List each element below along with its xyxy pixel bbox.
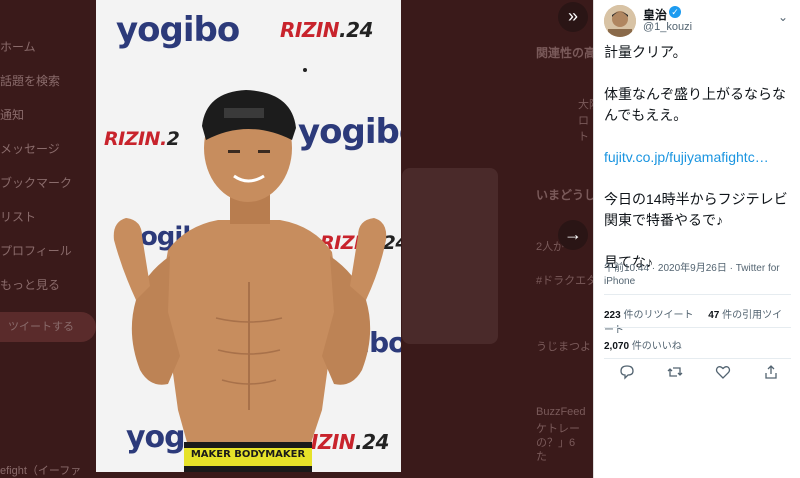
share-icon — [765, 365, 777, 379]
engagement-row: 223 件のリツイート 47 件の引用ツイート — [604, 306, 791, 336]
retweet-button[interactable] — [664, 364, 686, 386]
next-image-button[interactable]: → — [558, 220, 588, 250]
share-button[interactable] — [760, 364, 782, 386]
bg-nav-home: ホーム — [0, 40, 36, 54]
tweet-line: 今日の14時半からフジテレビ 関東で特番やるで♪ — [604, 191, 800, 228]
bg-nav-explore: 話題を検索 — [0, 74, 61, 88]
bg-line: ロ — [578, 115, 589, 127]
avatar-image — [604, 5, 636, 37]
bg-line: うじまつよ — [536, 341, 591, 353]
bg-line: #ドラクエタ — [536, 275, 598, 287]
likes-label: 件のいいね — [631, 341, 682, 352]
avatar[interactable] — [604, 5, 636, 37]
collapse-panel-button[interactable]: » — [558, 2, 588, 32]
bg-trending-label: いまどうし — [536, 188, 597, 202]
tweet-line: 体重なんぞ盛り上がるならなんでもええ。 — [604, 86, 786, 123]
user-handle[interactable]: @1_kouzi — [643, 21, 692, 33]
bg-tweet-button: ツイートする — [0, 312, 96, 342]
tweet-text: 計量クリア。 体重なんぞ盛り上がるならなんでもええ。 fujitv.co.jp/… — [604, 42, 800, 273]
double-chevron-right-icon: » — [567, 6, 578, 26]
heart-icon — [715, 366, 731, 379]
bg-nav-messages: メッセージ — [0, 142, 60, 156]
reply-button[interactable] — [616, 364, 638, 386]
bg-nav-profile: プロフィール — [0, 244, 72, 258]
background-sidebar: ホーム 話題を検索 通知 メッセージ ブックマーク リスト プロフィール もっと… — [0, 30, 100, 302]
bg-footer-text: efight（イーファ — [0, 465, 82, 477]
retweet-icon — [667, 367, 683, 377]
likes-count: 2,070 — [604, 341, 630, 352]
tweet-line: 計量クリア。 — [604, 44, 687, 60]
bg-nav-bookmarks: ブックマーク — [0, 176, 73, 190]
more-options-icon[interactable]: ⌄ — [778, 10, 788, 24]
divider — [604, 358, 791, 359]
divider — [604, 327, 791, 328]
bg-related-label: 関連性の高 — [536, 46, 597, 60]
arrow-right-icon: → — [564, 224, 582, 244]
bg-line: ト — [578, 131, 589, 143]
like-button[interactable] — [712, 364, 734, 386]
bg-nav-lists: リスト — [0, 210, 37, 224]
verified-badge-icon: ✓ — [669, 6, 681, 18]
retweets-stat[interactable]: 223 件のリツイート — [604, 310, 693, 321]
tweet-photo[interactable]: yogibo RIZIN.24 RIZIN.2 yogibo yogibo RI… — [96, 0, 401, 472]
reply-icon — [620, 365, 634, 380]
retweets-label: 件のリツイート — [623, 310, 694, 321]
bg-line: BuzzFeed — [536, 406, 586, 418]
bg-line: た — [536, 451, 547, 463]
waistband-label: MAKER BODYMAKER — [190, 449, 306, 460]
divider — [604, 294, 791, 295]
likes-stat[interactable]: 2,070 件のいいね — [604, 337, 791, 352]
bg-nav-notifications: 通知 — [0, 108, 25, 122]
quotes-count: 47 — [708, 310, 720, 321]
tweet-timestamp[interactable]: 午前10:44 · 2020年9月26日 · Twitter for iPhon… — [604, 262, 794, 288]
fighter-figure — [113, 90, 387, 472]
bg-nav-more: もっと見る — [0, 278, 61, 292]
retweets-count: 223 — [604, 310, 621, 321]
tweet-detail-panel: 皇治 ✓ @1_kouzi ⌄ 計量クリア。 体重なんぞ盛り上がるならなんでもえ… — [593, 0, 800, 478]
tweet-link[interactable]: fujitv.co.jp/fujiyamafightc… — [604, 147, 794, 168]
